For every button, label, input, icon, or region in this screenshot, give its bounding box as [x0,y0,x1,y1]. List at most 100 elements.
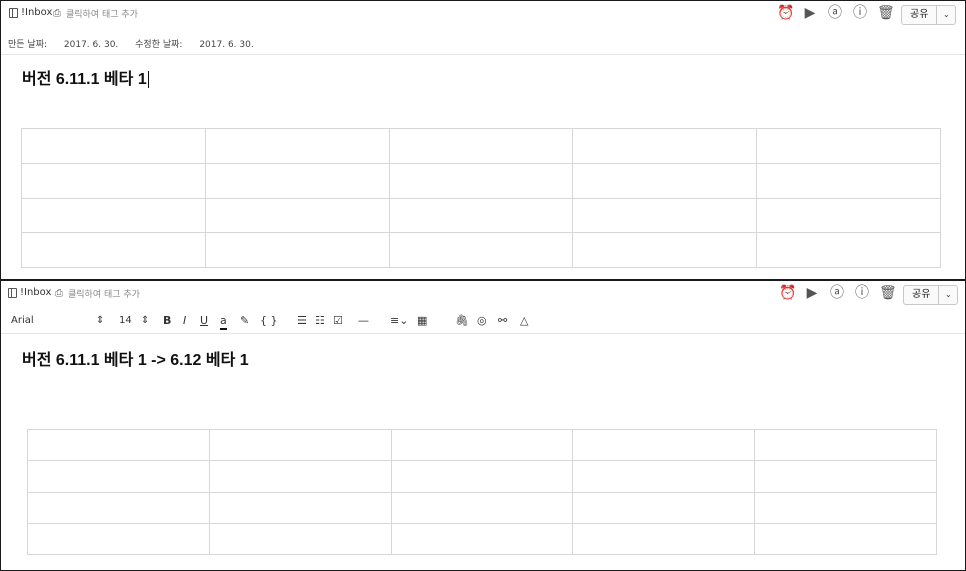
share-button[interactable]: 공유 [902,6,938,24]
table-cell[interactable] [572,197,758,234]
note-title[interactable]: 버전 6.11.1 베타 1 [22,65,149,89]
table-cell[interactable] [754,460,937,493]
reminder-alarm-icon[interactable]: ⏰ [779,285,796,301]
numbered-list-icon[interactable]: ☷ [315,314,325,328]
share-button-group: 공유 ⌄ [903,285,959,305]
table-cell[interactable] [388,162,574,199]
table-cell[interactable] [388,197,574,234]
tag-icon: ⎙ [55,288,63,299]
trash-icon[interactable]: 🗑 [877,5,895,21]
trash-icon[interactable]: 🗑 [879,285,897,301]
alignment-icon[interactable]: ≡⌄ [390,314,408,328]
table-cell[interactable] [204,197,390,234]
table-cell[interactable] [21,197,206,234]
table-cell[interactable] [572,232,758,268]
notebook-label: !Inbox [20,287,52,298]
table-row [27,460,937,493]
tag-field[interactable]: ⎙ 클릭하여 태그 추가 [53,7,138,20]
table-row [27,522,937,556]
link-icon[interactable]: ⚯ [498,314,507,328]
mention-at-icon[interactable]: ⓐ [827,5,843,21]
table-cell[interactable] [754,491,937,524]
table-cell[interactable] [27,460,210,493]
table-cell[interactable] [390,460,574,493]
table-cell[interactable] [204,128,390,164]
table-cell[interactable] [390,522,574,556]
format-toolbar: Arial ⇕ 14 ⇕ B I U a ✎ { } ☰ ☷ ☑ — ≡⌄ ▦ … [1,311,965,333]
table-cell[interactable] [572,162,758,199]
table-cell[interactable] [388,128,574,164]
presentation-icon[interactable]: ▶ [802,5,818,21]
reminder-alarm-icon[interactable]: ⏰ [777,5,794,21]
font-color-icon[interactable]: a [220,314,227,330]
table-cell[interactable] [572,522,756,556]
table-cell[interactable] [390,428,574,462]
notebook-selector[interactable]: !Inbox [9,7,52,18]
table-cell[interactable] [27,491,210,524]
table-row [27,491,937,524]
table-cell[interactable] [390,491,574,524]
info-icon[interactable]: ⓘ [854,285,870,301]
table-cell[interactable] [204,232,390,268]
note-table[interactable] [21,128,941,268]
checkbox-icon[interactable]: ☑ [333,314,343,328]
table-cell[interactable] [21,128,206,164]
share-button[interactable]: 공유 [904,286,940,304]
table-cell[interactable] [754,428,937,462]
table-cell[interactable] [21,162,206,199]
table-cell[interactable] [756,232,941,268]
note-view-pane: !Inbox ⎙ 클릭하여 태그 추가 ⏰ ▶ ⓐ ⓘ 🗑 공유 ⌄ 만든 날짜… [0,0,966,280]
tag-placeholder: 클릭하여 태그 추가 [68,290,140,300]
created-date-info: 만든 날짜: 2017. 6. 30. [8,40,119,50]
table-cell[interactable] [204,162,390,199]
font-size-select[interactable]: 14 [119,314,132,328]
table-cell[interactable] [27,522,210,556]
table-cell[interactable] [27,428,210,462]
share-dropdown-icon[interactable]: ⌄ [939,286,957,304]
attachment-icon[interactable]: 🖇 [455,314,469,328]
table-row [21,162,941,199]
notebook-icon [8,287,17,298]
table-cell[interactable] [572,460,756,493]
font-size-stepper-icon[interactable]: ⇕ [141,314,149,328]
table-cell[interactable] [756,128,941,164]
mention-at-icon[interactable]: ⓐ [829,285,845,301]
bold-button[interactable]: B [163,314,171,328]
info-icon[interactable]: ⓘ [852,5,868,21]
horizontal-rule-icon[interactable]: — [358,314,369,328]
table-cell[interactable] [208,522,392,556]
tag-field[interactable]: ⎙ 클릭하여 태그 추가 [55,287,140,300]
note-title[interactable]: 버전 6.11.1 베타 1 -> 6.12 베타 1 [22,346,249,370]
google-drive-icon[interactable]: △ [520,314,528,328]
note-table[interactable] [27,428,937,556]
font-family-stepper-icon[interactable]: ⇕ [96,314,104,328]
table-cell[interactable] [208,428,392,462]
table-cell[interactable] [208,491,392,524]
font-family-select[interactable]: Arial [11,314,34,328]
table-icon[interactable]: ▦ [417,314,427,328]
table-cell[interactable] [572,428,756,462]
table-cell[interactable] [756,197,941,234]
table-cell[interactable] [572,491,756,524]
table-row [21,232,941,268]
underline-button[interactable]: U [200,314,208,328]
note-header-bar: !Inbox ⎙ 클릭하여 태그 추가 ⏰ ▶ ⓐ ⓘ 🗑 공유 ⌄ [1,1,965,27]
bulleted-list-icon[interactable]: ☰ [297,314,307,328]
table-cell[interactable] [208,460,392,493]
table-cell[interactable] [754,522,937,556]
highlight-icon[interactable]: ✎ [240,314,249,328]
audio-record-icon[interactable]: ◎ [477,314,487,328]
table-cell[interactable] [21,232,206,268]
tag-placeholder: 클릭하여 태그 추가 [66,10,138,20]
table-cell[interactable] [572,128,758,164]
notebook-selector[interactable]: !Inbox [8,287,51,298]
code-block-icon[interactable]: { } [260,314,278,328]
italic-button[interactable]: I [183,314,186,328]
table-body [21,128,941,268]
table-cell[interactable] [756,162,941,199]
header-divider [1,54,965,55]
table-cell[interactable] [388,232,574,268]
presentation-icon[interactable]: ▶ [804,285,820,301]
share-dropdown-icon[interactable]: ⌄ [937,6,955,24]
toolbar-divider [1,333,965,334]
